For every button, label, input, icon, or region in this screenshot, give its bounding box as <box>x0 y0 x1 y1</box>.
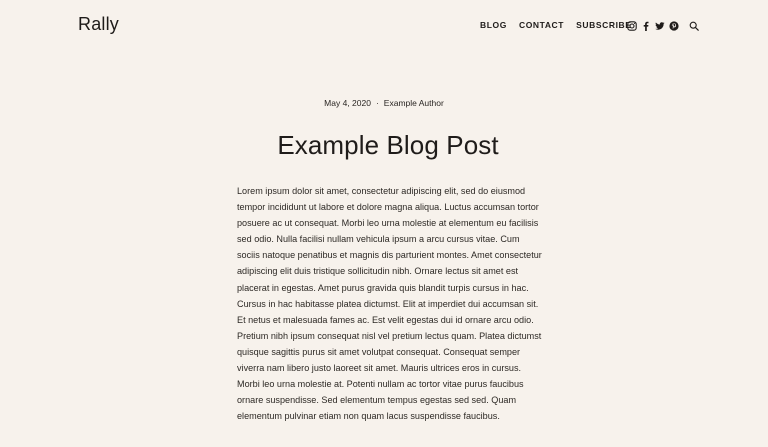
nav-item-subscribe[interactable]: SUBSCRIBE <box>576 20 631 30</box>
meta-separator: · <box>375 98 379 108</box>
post-title: Example Blog Post <box>277 130 499 160</box>
twitter-icon[interactable] <box>655 20 665 31</box>
post-body: Lorem ipsum dolor sit amet, consectetur … <box>237 186 542 422</box>
site-header: Rally BLOG CONTACT SUBSCRIBE <box>0 0 768 54</box>
site-logo[interactable]: Rally <box>78 14 119 35</box>
post-author[interactable]: Example Author <box>384 98 444 108</box>
main-nav: BLOG CONTACT SUBSCRIBE <box>480 20 632 30</box>
social-links <box>627 20 699 31</box>
facebook-icon[interactable] <box>641 20 651 31</box>
nav-item-blog[interactable]: BLOG <box>480 20 507 30</box>
search-icon[interactable] <box>689 20 699 31</box>
instagram-icon[interactable] <box>627 20 637 31</box>
pinterest-icon[interactable] <box>669 20 679 31</box>
nav-item-contact[interactable]: CONTACT <box>519 20 564 30</box>
post-meta: May 4, 2020 · Example Author <box>0 98 768 108</box>
post-date: May 4, 2020 <box>324 98 371 108</box>
